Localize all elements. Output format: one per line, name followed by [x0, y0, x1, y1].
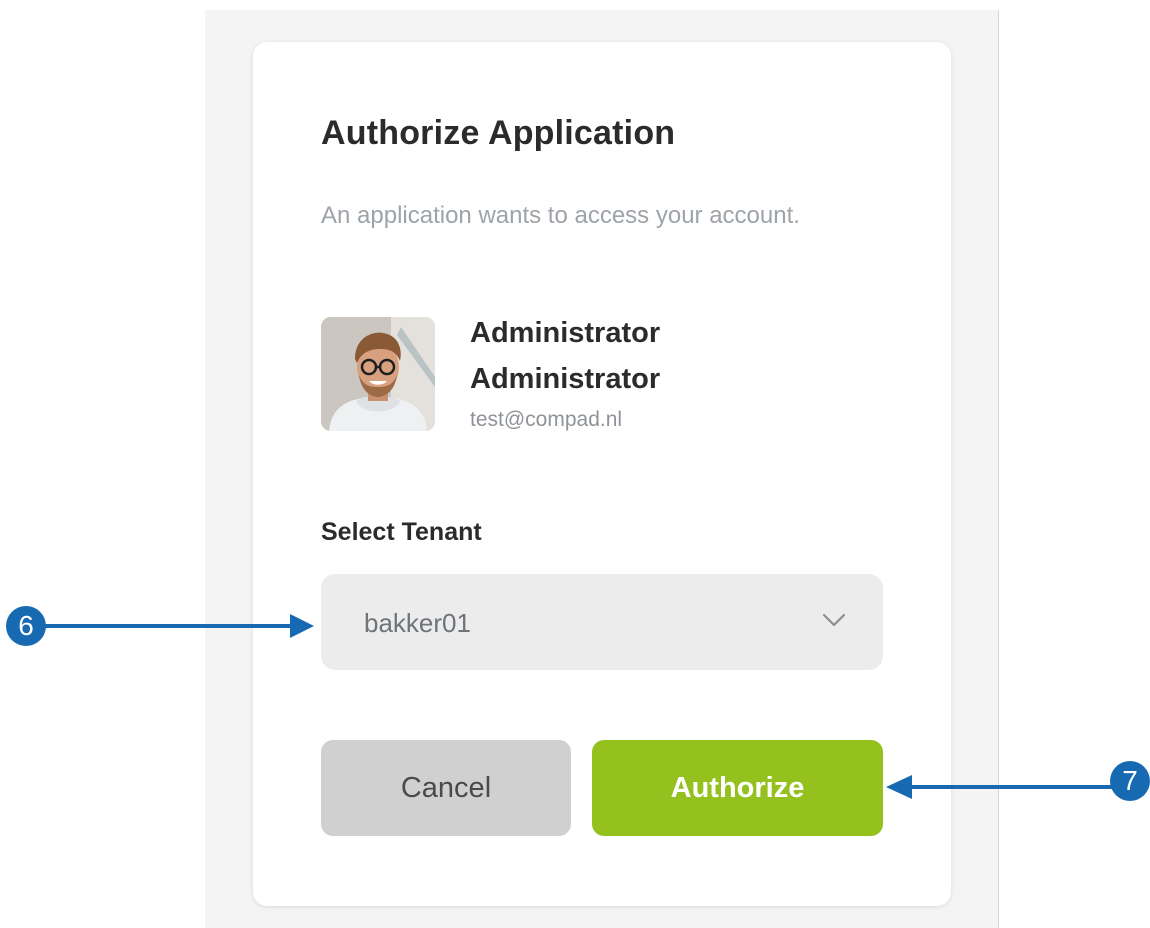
- dialog-title: Authorize Application: [321, 114, 676, 152]
- annotation-arrow-6: [44, 614, 314, 638]
- tenant-select[interactable]: bakker01: [321, 574, 883, 670]
- annotation-marker-6: 6: [6, 606, 46, 646]
- annotation-arrow-7: [886, 775, 1112, 799]
- user-email: test@compad.nl: [470, 408, 623, 431]
- avatar: [321, 317, 435, 431]
- user-photo-icon: [321, 317, 435, 431]
- user-name: Administrator Administrator: [470, 317, 661, 395]
- cancel-button[interactable]: Cancel: [321, 740, 571, 836]
- annotation-marker-7: 7: [1110, 761, 1150, 801]
- chevron-down-icon: [822, 613, 846, 627]
- tenant-selected-value: bakker01: [364, 608, 471, 638]
- tenant-label: Select Tenant: [321, 518, 482, 546]
- dialog-subtitle: An application wants to access your acco…: [321, 202, 800, 229]
- authorize-button[interactable]: Authorize: [592, 740, 883, 836]
- authorize-dialog: Authorize Application An application wan…: [253, 42, 951, 906]
